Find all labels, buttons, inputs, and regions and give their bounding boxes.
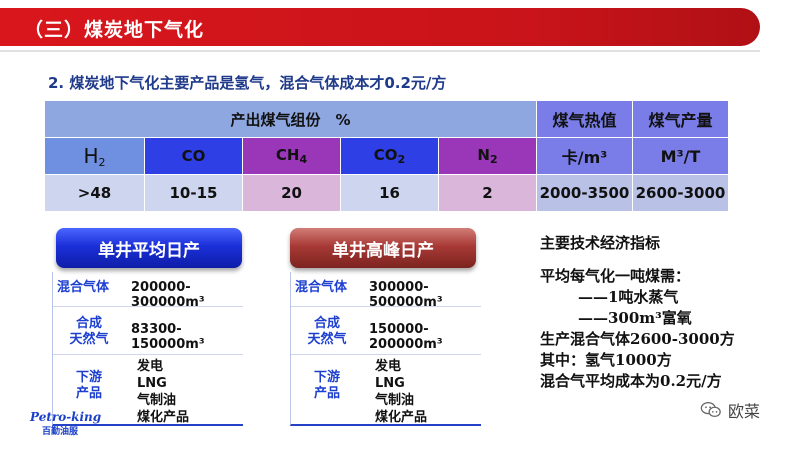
watermark-text: 欧菜 xyxy=(728,402,761,421)
syngas-value: 150000-200000m³ xyxy=(369,322,443,352)
company-logo: Petro-king 百勤油服 xyxy=(30,410,101,437)
list-item: 气制油 xyxy=(137,393,177,408)
info-line: 混合气平均成本为0.2元/方 xyxy=(540,372,722,390)
value-co2: 16 xyxy=(340,174,439,212)
list-item: 气制油 xyxy=(375,393,415,408)
list-item: LNG xyxy=(137,376,167,391)
table-heat-header: 煤气热值 xyxy=(536,100,633,138)
value-co: 10-15 xyxy=(144,174,243,212)
heat-unit: 卡/m³ xyxy=(536,137,633,175)
list-item: 煤化产品 xyxy=(137,410,190,425)
watermark: 欧菜 xyxy=(700,398,760,422)
page-title: （三）煤炭地下气化 xyxy=(24,19,205,41)
info-title: 主要技术经济指标 xyxy=(540,234,661,252)
subtitle: 2. 煤炭地下气化主要产品是氢气，混合气体成本才0.2元/方 xyxy=(48,74,447,92)
value-h2: >48 xyxy=(44,174,145,212)
gas-composition-table: 产出煤气组份 % 煤气热值 煤气产量 H2 CO CH4 CO2 N2 卡/m³… xyxy=(44,100,729,212)
value-ch4: 20 xyxy=(242,174,341,212)
row-divider xyxy=(53,306,243,307)
logo-text-en: Petro-king xyxy=(30,410,102,424)
syngas-label: 合成 天然气 xyxy=(69,316,109,347)
component-ch4: CH4 xyxy=(242,137,341,175)
header-divider xyxy=(0,50,760,52)
average-daily-output-panel: 混合气体 200000-300000m³ 合成 天然气 83300-150000m… xyxy=(52,272,243,426)
peak-daily-output-button[interactable]: 单井高峰日产 xyxy=(290,228,476,268)
component-co: CO xyxy=(144,137,243,175)
table-output-header: 煤气产量 xyxy=(632,100,729,138)
info-list: 平均每气化一吨煤需： ——1吨水蒸气 ——300m³富氧 生产混合气体2600-… xyxy=(540,266,735,392)
value-n2: 2 xyxy=(438,174,537,212)
product-list: 发电 LNG 气制油 煤化产品 xyxy=(375,358,427,426)
logo-text-cn: 百勤油服 xyxy=(42,427,79,437)
syngas-label: 合成 天然气 xyxy=(307,316,347,347)
mixed-gas-label: 混合气体 xyxy=(295,280,348,295)
chat-bubble-icon xyxy=(700,402,721,418)
output-unit: M³/T xyxy=(632,137,729,175)
downstream-label: 下游 产品 xyxy=(75,370,102,401)
value-output: 2600-3000 xyxy=(632,174,729,212)
row-divider xyxy=(291,306,481,307)
info-line: 平均每气化一吨煤需： xyxy=(540,267,691,285)
mixed-gas-label: 混合气体 xyxy=(57,280,110,295)
row-divider xyxy=(291,354,481,355)
product-list: 发电 LNG 气制油 煤化产品 xyxy=(137,358,189,426)
table-group-header: 产出煤气组份 % xyxy=(44,100,537,138)
info-line: ——1吨水蒸气 xyxy=(578,288,679,306)
component-n2: N2 xyxy=(438,137,537,175)
list-item: 煤化产品 xyxy=(375,410,428,425)
peak-daily-output-panel: 混合气体 300000-500000m³ 合成 天然气 150000-200000… xyxy=(290,272,481,426)
list-item: 发电 xyxy=(137,359,164,374)
info-line: 生产混合气体2600-3000方 xyxy=(540,330,735,348)
syngas-value: 83300-150000m³ xyxy=(131,322,205,352)
average-daily-output-button[interactable]: 单井平均日产 xyxy=(56,228,242,268)
info-line: 其中：氢气1000方 xyxy=(540,351,672,369)
list-item: LNG xyxy=(375,376,405,391)
list-item: 发电 xyxy=(375,359,402,374)
info-line: ——300m³富氧 xyxy=(578,309,692,327)
row-divider xyxy=(53,354,243,355)
component-co2: CO2 xyxy=(340,137,439,175)
downstream-label: 下游 产品 xyxy=(313,370,340,401)
value-heat: 2000-3500 xyxy=(536,174,633,212)
component-h2: H2 xyxy=(44,137,145,175)
header-bar: （三）煤炭地下气化 xyxy=(0,8,760,46)
